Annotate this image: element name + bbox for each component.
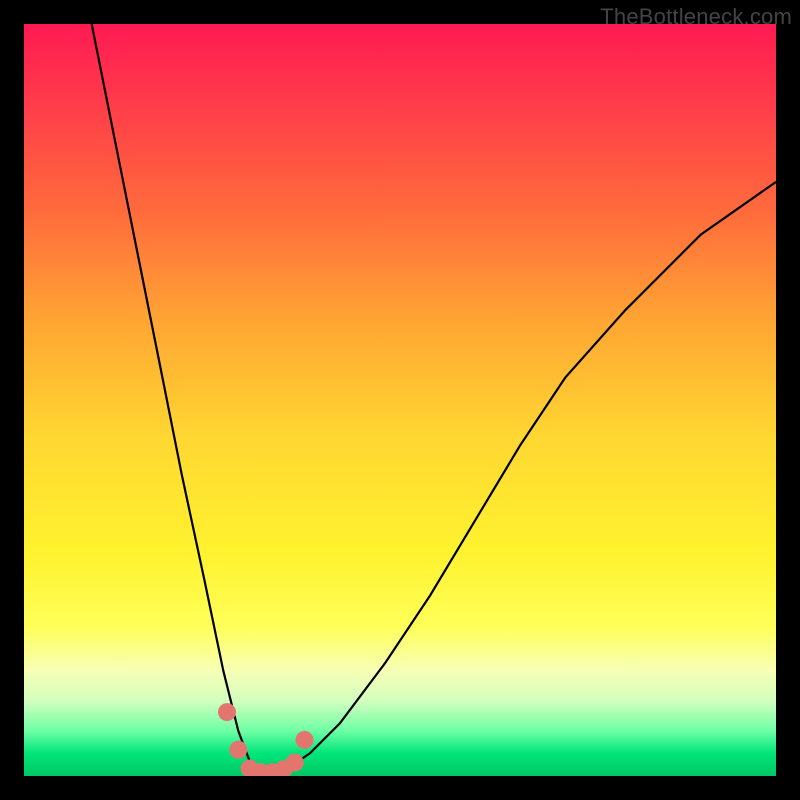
chart-marker xyxy=(286,754,304,772)
chart-marker xyxy=(296,731,314,749)
chart-marker xyxy=(229,741,247,759)
watermark-text: TheBottleneck.com xyxy=(600,4,792,30)
chart-markers xyxy=(218,703,314,776)
chart-curve xyxy=(92,24,776,772)
chart-svg xyxy=(24,24,776,776)
chart-marker xyxy=(218,703,236,721)
chart-plot-area xyxy=(24,24,776,776)
